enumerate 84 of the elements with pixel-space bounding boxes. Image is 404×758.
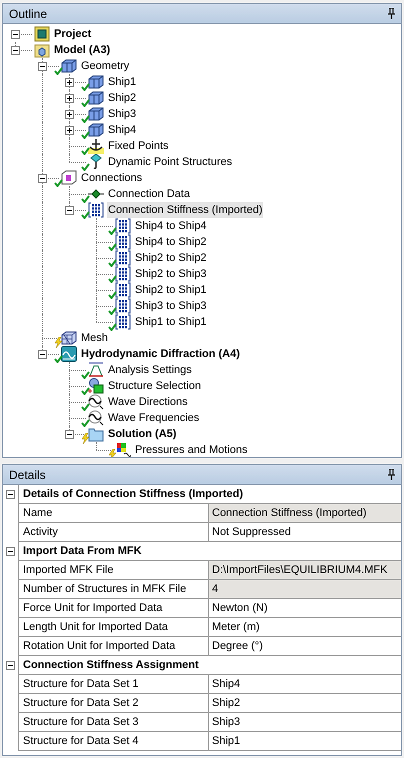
tree-item[interactable]: Solution (A5) [107,426,178,442]
grid-icon [115,218,131,234]
expand-toggle[interactable] [65,126,74,135]
tree-item[interactable]: Ship3 [107,106,138,122]
mesh-cube-icon [61,330,77,346]
blocks-icon [88,90,104,106]
tree-item[interactable]: Ship1 to Ship1 [134,314,208,330]
tree-item[interactable]: Ship4 to Ship4 [134,218,208,234]
grid-icon [115,314,131,330]
property-name: Number of Structures in MFK File [18,580,209,599]
connections-icon [61,170,77,186]
grid-icon [115,250,131,266]
tree-item[interactable]: Structure Selection [107,378,202,394]
collapse-toggle[interactable] [6,490,15,499]
anchor-icon [88,138,104,154]
collapse-toggle[interactable] [38,174,47,183]
tree-item[interactable]: Ship3 to Ship3 [134,298,208,314]
collapse-toggle[interactable] [38,350,47,359]
property-name: Rotation Unit for Imported Data [18,637,209,656]
tree-item[interactable]: Ship2 [107,90,138,106]
wave-icon [61,346,77,362]
expand-toggle[interactable] [65,94,74,103]
panel-title: Details [9,466,46,484]
collapse-toggle[interactable] [6,547,15,556]
wave-icon [88,394,104,410]
property-name: Force Unit for Imported Data [18,599,209,618]
collapse-toggle[interactable] [65,206,74,215]
grid-icon [88,202,104,218]
tree-item[interactable]: Ship2 to Ship3 [134,266,208,282]
property-name: Imported MFK File [18,561,209,580]
expand-toggle[interactable] [65,110,74,119]
tree-item[interactable]: Mesh [80,330,109,346]
tree-item[interactable]: Ship1 [107,74,138,90]
property-name: Structure for Data Set 1 [18,675,209,694]
hook-icon [88,154,104,170]
grid-icon [115,298,131,314]
tree-item[interactable]: Hydrodynamic Diffraction (A4) [80,346,241,362]
tree-item[interactable]: Analysis Settings [107,362,193,378]
tree-item[interactable]: Pressures and Motions [134,442,248,457]
collapse-toggle[interactable] [11,46,20,55]
tree-item[interactable]: Ship4 to Ship2 [134,234,208,250]
shapes-icon [88,378,104,394]
collapse-toggle[interactable] [65,430,74,439]
property-name: Structure for Data Set 2 [18,694,209,713]
tree-item[interactable]: Connections [80,170,144,186]
tree-item[interactable]: Connection Stiffness (Imported) [107,202,264,218]
blocks-icon [88,106,104,122]
blocks-icon [88,122,104,138]
property-name: Length Unit for Imported Data [18,618,209,637]
property-value[interactable]: 4 [209,580,401,599]
panel-title: Outline [9,6,48,22]
property-value[interactable]: D:\ImportFiles\EQUILIBRIUM4.MFK [209,561,401,580]
pin-icon[interactable] [388,469,395,480]
tree-item[interactable]: Ship4 [107,122,138,138]
tree-item[interactable]: Project [53,26,92,42]
tree-item[interactable]: Geometry [80,58,130,74]
wave-icon [88,410,104,426]
tree-item[interactable]: Dynamic Point Structures [107,154,234,170]
property-value[interactable]: Connection Stiffness (Imported) [209,504,401,523]
pin-icon[interactable] [388,8,395,19]
blocks-icon [88,74,104,90]
notebook-icon [34,26,50,42]
folder-cube-icon [34,42,50,58]
folder-icon [88,426,104,442]
collapse-toggle[interactable] [6,661,15,670]
tree-item[interactable]: Wave Directions [107,394,189,410]
expand-toggle[interactable] [65,78,74,87]
tree-item[interactable]: Ship2 to Ship2 [134,250,208,266]
property-name: Structure for Data Set 4 [18,732,209,751]
collapse-toggle[interactable] [11,30,20,39]
property-name: Activity [18,523,209,542]
property-name: Name [18,504,209,523]
tree-item[interactable]: Ship2 to Ship1 [134,282,208,298]
tree-item[interactable]: Connection Data [107,186,191,202]
grid-icon [115,282,131,298]
property-name: Structure for Data Set 3 [18,713,209,732]
collapse-toggle[interactable] [38,62,47,71]
tree-item[interactable]: Wave Frequencies [107,410,200,426]
color-cube-icon [115,442,131,457]
grid-icon [115,234,131,250]
tree-item[interactable]: Fixed Points [107,138,170,154]
grid-icon [115,266,131,282]
tree-item[interactable]: Model (A3) [53,42,112,58]
blocks-icon [61,58,77,74]
